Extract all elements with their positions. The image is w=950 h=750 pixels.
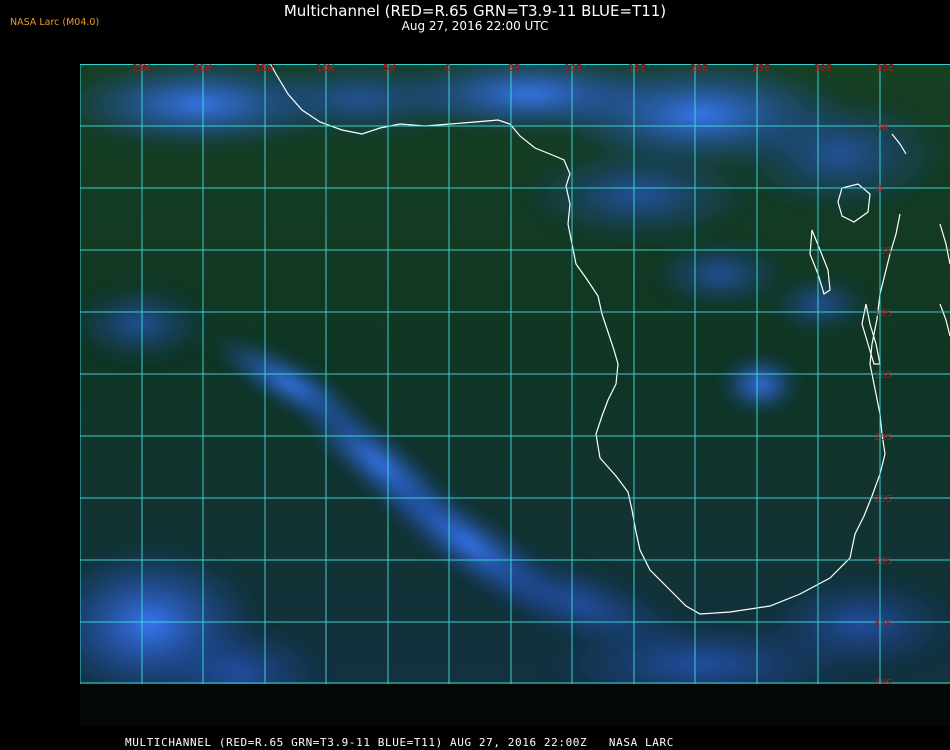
lat-label: 25S	[874, 494, 892, 505]
lon-label: 20W	[193, 64, 212, 74]
lat-label: 15S	[874, 370, 892, 381]
lon-label: 0	[445, 64, 451, 74]
image-title: Multichannel (RED=R.65 GRN=T3.9-11 BLUE=…	[283, 2, 667, 20]
lon-label: 10E	[564, 64, 582, 74]
lat-label: 5S	[880, 246, 892, 257]
lon-label: 10W	[316, 64, 335, 74]
lat-label: 30S	[874, 556, 892, 567]
image-datetime: Aug 27, 2016 22:00 UTC	[401, 19, 549, 33]
satellite-viewer: NASA Larc (M04.0) Multichannel (RED=R.65…	[0, 0, 950, 750]
lat-label: 20S	[874, 432, 892, 443]
lat-label: 5N	[876, 122, 888, 133]
lon-label: 20E	[690, 64, 708, 74]
lat-label: 0	[876, 184, 882, 195]
lon-label: 35E	[876, 64, 894, 74]
footer-caption: MULTICHANNEL (RED=R.65 GRN=T3.9-11 BLUE=…	[125, 736, 674, 749]
lon-label: 30E	[814, 64, 832, 74]
satellite-image: 25W 20W 15W 10W 5W 0 5E 10E 15E 20E 25E …	[80, 64, 950, 726]
lat-label: 35S	[874, 618, 892, 629]
lon-label: 15E	[628, 64, 646, 74]
satellite-image-svg: 25W 20W 15W 10W 5W 0 5E 10E 15E 20E 25E …	[80, 64, 950, 726]
lon-label: 5W	[383, 64, 396, 74]
lat-label: 10S	[874, 308, 892, 319]
lon-label: 15W	[255, 64, 274, 74]
lon-label: 25W	[132, 64, 151, 74]
lon-label: 25E	[752, 64, 770, 74]
image-bottom-band	[80, 684, 950, 726]
lon-label: 5E	[508, 64, 520, 74]
